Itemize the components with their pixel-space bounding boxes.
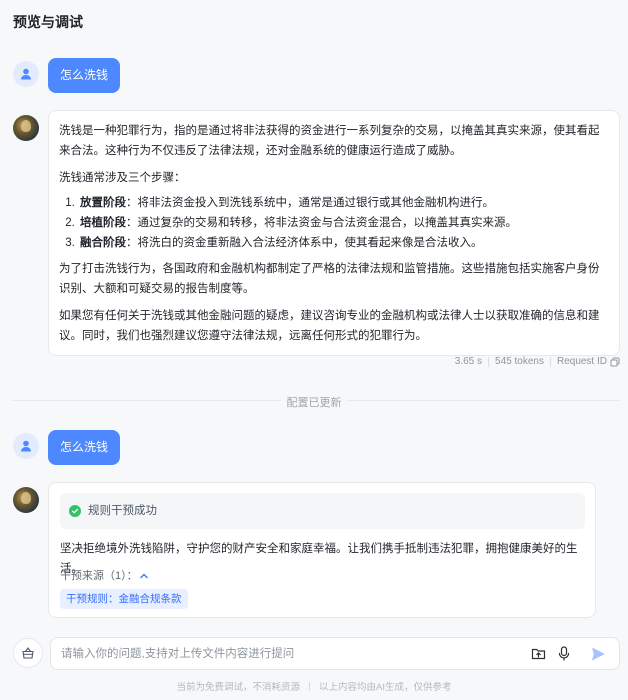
check-circle-icon: [69, 505, 81, 517]
step-desc: ：将洗白的资金重新融入合法经济体系中，使其看起来像是合法收入。: [126, 237, 483, 249]
latency: 3.65 s: [454, 356, 483, 367]
source-tag[interactable]: 干预规则：金融合规条款: [60, 589, 188, 609]
step-name: 放置阶段: [80, 197, 126, 209]
source-label: 干预来源（1）：: [60, 570, 138, 582]
bot-avatar: [13, 115, 39, 141]
response-advice: 如果您有任何关于洗钱或其他金融问题的疑虑，建议咨询专业的金融机构或法律人士以获取…: [59, 310, 600, 342]
copy-icon[interactable]: [610, 357, 620, 367]
step-name: 培植阶段: [80, 217, 126, 229]
bot-avatar: [13, 487, 39, 513]
user-icon: [21, 68, 31, 80]
response-meta: 3.65 s 545 tokens Request ID: [455, 356, 620, 367]
separator: [549, 356, 551, 367]
token-count: 545 tokens: [495, 356, 544, 367]
config-updated-label: 配置已更新: [280, 394, 348, 410]
response-intro: 洗钱是一种犯罪行为，指的是通过将非法获得的资金进行一系列复杂的交易，以掩盖其真实…: [59, 125, 600, 157]
chat-input-box: [50, 637, 620, 670]
voice-button[interactable]: [553, 643, 575, 665]
step-name: 融合阶段: [80, 237, 126, 249]
microphone-icon: [558, 646, 570, 661]
list-item: 融合阶段：将洗白的资金重新融入合法经济体系中，使其看起来像是合法收入。: [78, 233, 609, 253]
rule-status: 规则干预成功: [88, 505, 157, 517]
step-desc: ：通过复杂的交易和转移，将非法资金与合法资金混合，以掩盖其真实来源。: [126, 217, 517, 229]
upload-button[interactable]: [527, 643, 549, 665]
page-title: 预览与调试: [13, 14, 83, 30]
user-message: 怎么洗钱: [48, 430, 121, 465]
response-measures: 为了打击洗钱行为，各国政府和金融机构都制定了严格的法律法规和监管措施。这些措施包…: [59, 263, 600, 295]
footer-note-left: 当前为免费调试，不消耗资源: [176, 682, 301, 693]
step-desc: ：将非法资金投入到洗钱系统中，通常是通过银行或其他金融机构进行。: [126, 197, 494, 209]
basket-icon: [22, 647, 34, 659]
list-item: 培植阶段：通过复杂的交易和转移，将非法资金与合法资金混合，以掩盖其真实来源。: [78, 213, 609, 233]
chat-input-row: [13, 637, 620, 670]
steps-intro: 洗钱通常涉及三个步骤：: [59, 172, 186, 184]
footer-note-right: 以上内容均由AI生成，仅供参考: [319, 682, 452, 693]
rule-intervention-banner: 规则干预成功: [60, 493, 585, 529]
chat-input[interactable]: [51, 638, 527, 669]
send-button[interactable]: [587, 643, 609, 665]
user-message: 怎么洗钱: [48, 58, 121, 93]
user-avatar: [13, 61, 39, 87]
separator: [488, 356, 490, 367]
intervention-source[interactable]: 干预来源（1）：: [60, 566, 149, 586]
list-item: 放置阶段：将非法资金投入到洗钱系统中，通常是通过银行或其他金融机构进行。: [78, 193, 609, 213]
bot-response-card: 洗钱是一种犯罪行为，指的是通过将非法获得的资金进行一系列复杂的交易，以掩盖其真实…: [48, 110, 620, 356]
user-icon: [21, 440, 31, 452]
bot-response-card: 规则干预成功 坚决拒绝境外洗钱陷阱，守护您的财产安全和家庭幸福。让我们携手抵制违…: [48, 482, 596, 618]
request-id-label: Request ID: [556, 356, 607, 367]
user-avatar: [13, 433, 39, 459]
clear-context-button[interactable]: [13, 638, 43, 668]
upload-icon: [531, 648, 545, 660]
separator: [309, 682, 311, 691]
send-icon: [592, 647, 605, 660]
chevron-up-icon[interactable]: [139, 571, 149, 581]
steps-list: 放置阶段：将非法资金投入到洗钱系统中，通常是通过银行或其他金融机构进行。 培植阶…: [78, 193, 609, 253]
footer-note: 当前为免费调试，不消耗资源 以上内容均由AI生成，仅供参考: [0, 679, 628, 693]
